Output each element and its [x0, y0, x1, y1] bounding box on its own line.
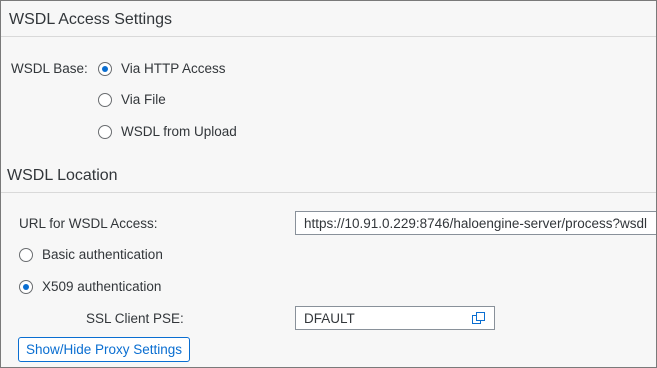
url-label: URL for WSDL Access: — [19, 216, 158, 231]
radio-via-file[interactable] — [98, 93, 112, 107]
section-title-access-settings: WSDL Access Settings — [9, 11, 173, 28]
radio-via-http[interactable] — [98, 62, 112, 76]
section-divider — [1, 36, 656, 37]
section-divider — [1, 192, 656, 193]
ssl-pse-input[interactable]: DFAULT — [295, 306, 495, 330]
value-help-icon[interactable] — [472, 312, 485, 325]
radio-label-wsdl-from-upload[interactable]: WSDL from Upload — [121, 124, 237, 139]
radio-label-x509-auth[interactable]: X509 authentication — [42, 279, 161, 294]
ssl-pse-value: DFAULT — [304, 311, 355, 326]
radio-label-via-http[interactable]: Via HTTP Access — [121, 61, 226, 76]
radio-basic-auth[interactable] — [19, 248, 33, 262]
radio-x509-auth[interactable] — [19, 280, 33, 294]
ssl-pse-label: SSL Client PSE: — [86, 311, 184, 326]
show-hide-proxy-settings-button[interactable]: Show/Hide Proxy Settings — [18, 337, 190, 362]
section-title-location: WSDL Location — [7, 167, 118, 184]
radio-label-via-file[interactable]: Via File — [121, 92, 166, 107]
wsdl-base-label: WSDL Base: — [11, 61, 88, 76]
url-input-value: https://10.91.0.229:8746/haloengine-serv… — [304, 216, 647, 231]
wsdl-settings-panel: WSDL Access Settings WSDL Base: Via HTTP… — [0, 0, 657, 368]
radio-wsdl-from-upload[interactable] — [98, 125, 112, 139]
url-input[interactable]: https://10.91.0.229:8746/haloengine-serv… — [295, 211, 656, 235]
radio-label-basic-auth[interactable]: Basic authentication — [42, 247, 163, 262]
